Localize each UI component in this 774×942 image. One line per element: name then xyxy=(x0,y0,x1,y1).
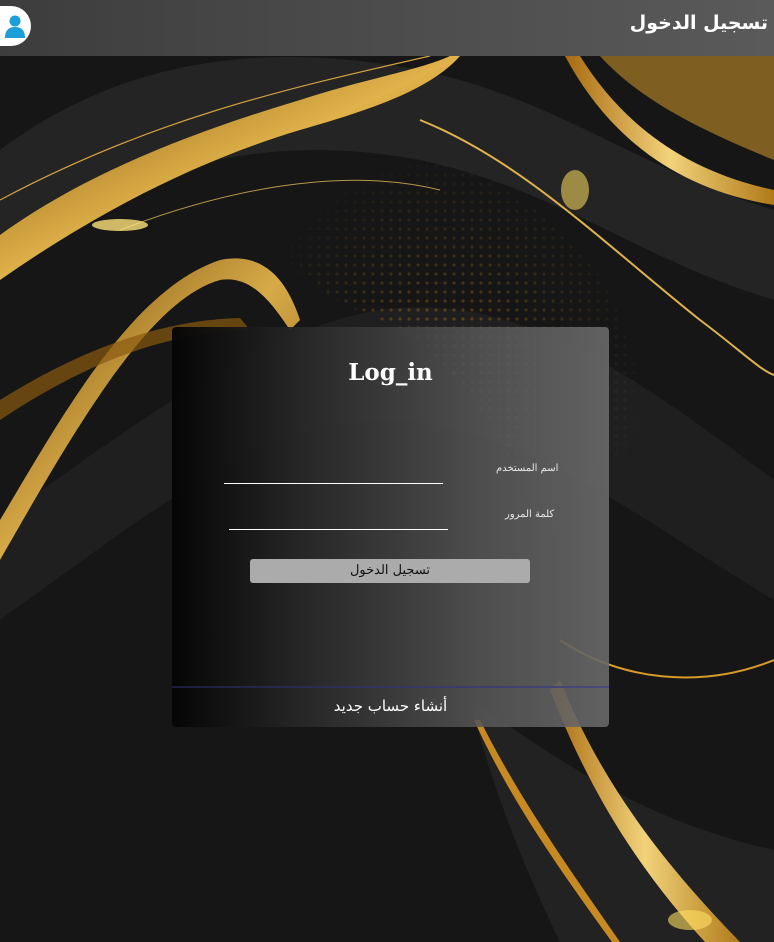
username-input[interactable] xyxy=(224,463,443,484)
user-icon xyxy=(5,15,25,38)
password-label: كلمة المرور xyxy=(505,509,555,520)
page-title: تسجيل الدخول xyxy=(629,12,768,34)
login-title: Log_in xyxy=(348,359,433,386)
top-bar: تسجيل الدخول xyxy=(0,0,774,56)
login-button[interactable]: تسجيل الدخول xyxy=(250,559,530,583)
create-account-link[interactable]: أنشاء حساب جديد xyxy=(172,689,609,727)
password-input[interactable] xyxy=(229,509,448,530)
user-avatar[interactable] xyxy=(0,6,31,46)
card-divider xyxy=(172,686,609,688)
username-label: اسم المستخدم xyxy=(496,463,559,474)
login-card: Log_in اسم المستخدم كلمة المرور تسجيل ال… xyxy=(172,327,609,727)
